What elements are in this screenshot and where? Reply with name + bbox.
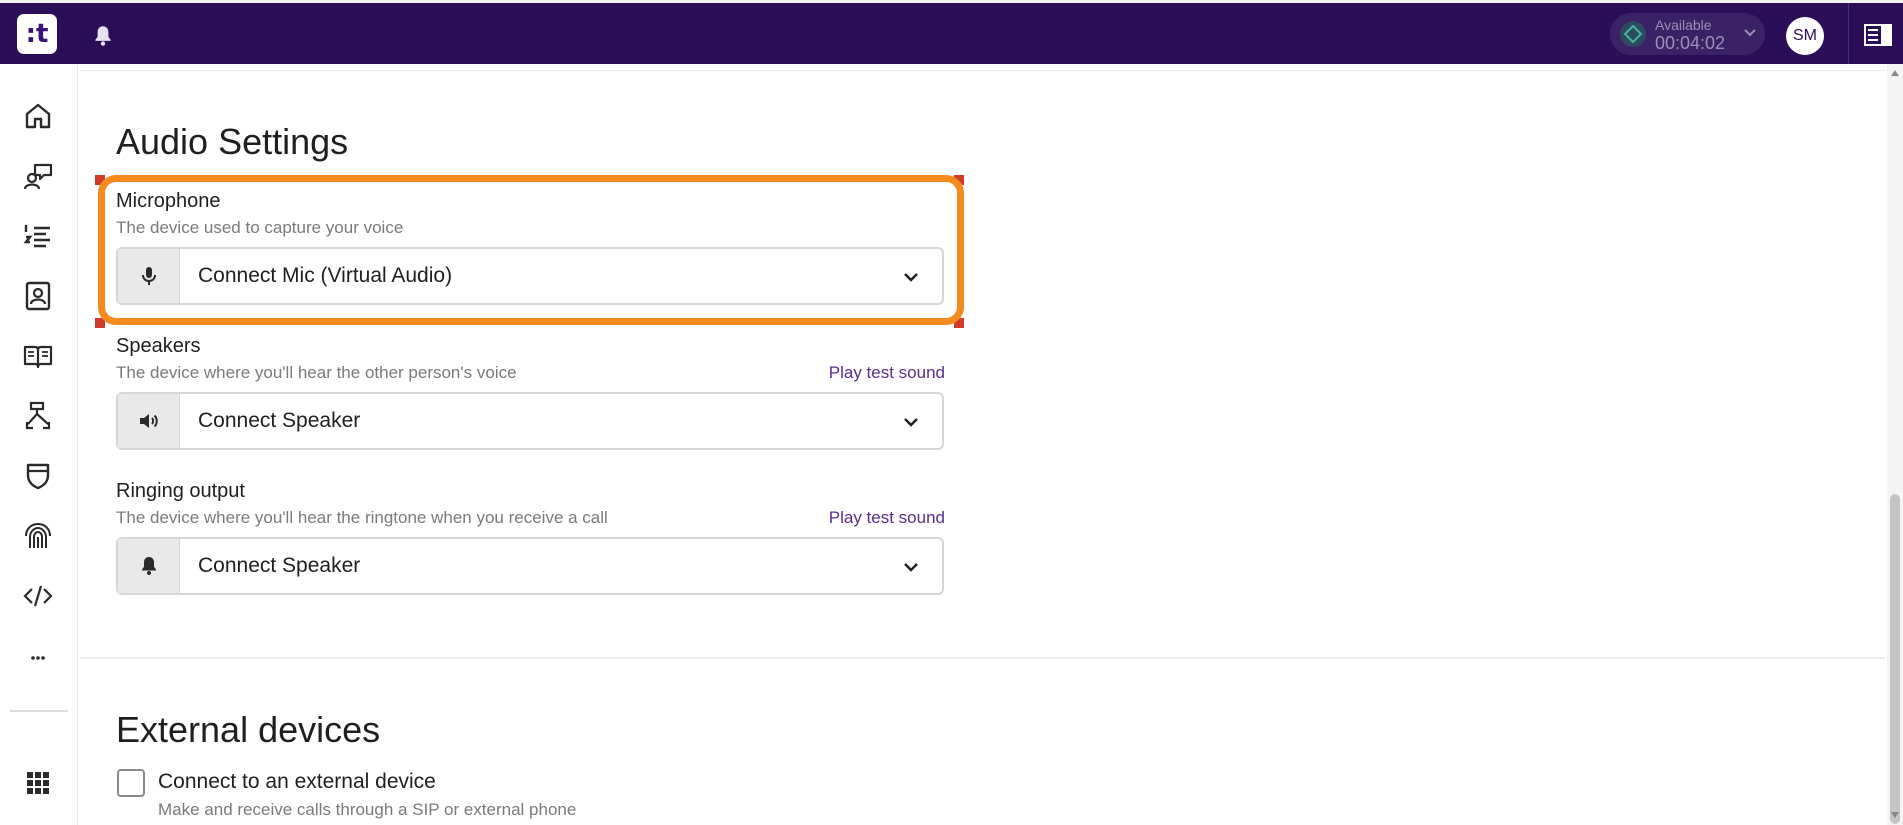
side-panel-toggle-icon[interactable] bbox=[1864, 23, 1892, 47]
flow-icon[interactable] bbox=[22, 400, 54, 432]
chat-person-icon[interactable] bbox=[22, 160, 54, 192]
chevron-down-icon bbox=[904, 418, 918, 427]
fingerprint-icon[interactable] bbox=[22, 520, 54, 552]
microphone-icon bbox=[118, 249, 180, 303]
user-avatar[interactable]: SM bbox=[1786, 17, 1824, 55]
external-device-checkbox[interactable] bbox=[117, 769, 145, 797]
external-device-checkbox-label[interactable]: Connect to an external device bbox=[158, 770, 436, 794]
bell-icon bbox=[118, 539, 180, 593]
shield-icon[interactable] bbox=[22, 460, 54, 492]
external-device-checkbox-description: Make and receive calls through a SIP or … bbox=[158, 800, 577, 819]
notifications-bell-icon[interactable] bbox=[90, 23, 116, 49]
topbar-divider bbox=[1848, 3, 1849, 67]
scroll-down-arrow-icon[interactable] bbox=[1891, 812, 1899, 818]
section-divider bbox=[80, 657, 1885, 659]
speakers-select[interactable]: Connect Speaker bbox=[116, 392, 944, 450]
sidebar-divider bbox=[10, 710, 68, 712]
contact-card-icon[interactable] bbox=[22, 280, 54, 312]
availability-status-dropdown[interactable]: Available 00:04:02 bbox=[1610, 13, 1765, 55]
home-icon[interactable] bbox=[22, 100, 54, 132]
scroll-up-arrow-icon[interactable] bbox=[1891, 70, 1899, 76]
speakers-play-test-sound-link[interactable]: Play test sound bbox=[780, 363, 945, 383]
app-grid-icon[interactable] bbox=[22, 767, 54, 799]
speaker-volume-icon bbox=[118, 394, 180, 448]
code-icon[interactable] bbox=[22, 580, 54, 612]
ringing-output-select[interactable]: Connect Speaker bbox=[116, 537, 944, 595]
numbered-list-icon[interactable] bbox=[22, 220, 54, 252]
ellipsis-icon[interactable] bbox=[22, 640, 54, 672]
speakers-description: The device where you'll hear the other p… bbox=[116, 363, 517, 382]
external-devices-title: External devices bbox=[116, 709, 381, 750]
ringing-output-selected-value: Connect Speaker bbox=[198, 554, 361, 577]
status-label: Available bbox=[1655, 17, 1712, 33]
open-book-icon[interactable] bbox=[22, 340, 54, 372]
speakers-label: Speakers bbox=[116, 335, 201, 357]
ringing-output-label: Ringing output bbox=[116, 480, 245, 502]
audio-settings-title: Audio Settings bbox=[116, 121, 349, 162]
scrollbar-thumb[interactable] bbox=[1890, 494, 1900, 824]
status-timer: 00:04:02 bbox=[1655, 33, 1726, 53]
chevron-down-icon bbox=[904, 273, 918, 282]
logo-text: :t bbox=[25, 19, 49, 49]
vertical-scrollbar[interactable] bbox=[1887, 64, 1903, 825]
content-top-divider bbox=[80, 70, 1885, 71]
chevron-down-icon bbox=[1744, 29, 1756, 37]
top-bar: :t Available 00:04:02 SM bbox=[0, 0, 1903, 67]
microphone-selected-value: Connect Mic (Virtual Audio) bbox=[198, 264, 453, 287]
chevron-down-icon bbox=[904, 563, 918, 572]
microphone-description: The device used to capture your voice bbox=[116, 218, 404, 237]
microphone-select[interactable]: Connect Mic (Virtual Audio) bbox=[116, 247, 944, 305]
ringing-output-description: The device where you'll hear the rington… bbox=[116, 508, 608, 527]
microphone-label: Microphone bbox=[116, 190, 221, 212]
app-logo[interactable]: :t bbox=[17, 14, 57, 54]
speakers-selected-value: Connect Speaker bbox=[198, 409, 361, 432]
status-diamond-icon bbox=[1620, 21, 1646, 47]
left-sidebar bbox=[0, 64, 78, 825]
ringing-play-test-sound-link[interactable]: Play test sound bbox=[780, 508, 945, 528]
